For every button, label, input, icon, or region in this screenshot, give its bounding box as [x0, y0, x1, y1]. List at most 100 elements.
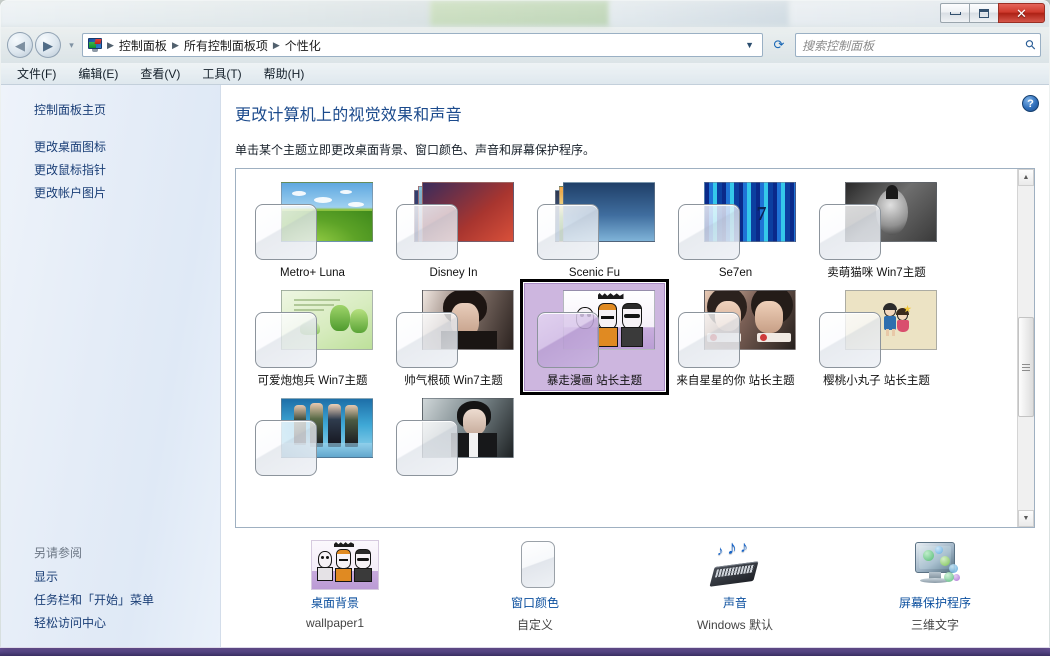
page-title: 更改计算机上的视觉效果和声音 — [235, 107, 462, 124]
desktop-background-icon — [307, 540, 379, 590]
back-button[interactable]: ◀ — [7, 32, 33, 58]
window-preview — [254, 420, 317, 476]
see-also-title: 另请参阅 — [34, 546, 83, 560]
menu-tools[interactable]: 工具(T) — [198, 64, 245, 83]
control-panel-window: ✕ ◀ ▶ ▾ ▶ 控制面板 ▶ 所有控制面板项 ▶ 个性化 ▼ ⟳ 搜索控制面… — [0, 0, 1050, 648]
close-button[interactable]: ✕ — [998, 3, 1045, 23]
minimize-icon — [949, 11, 961, 15]
address-bar: ◀ ▶ ▾ ▶ 控制面板 ▶ 所有控制面板项 ▶ 个性化 ▼ ⟳ 搜索控制面板 … — [1, 27, 1049, 63]
theme-label: 卖萌猫咪 Win7主题 — [827, 267, 926, 279]
sidebar-item-change-desktop-icons[interactable]: 更改桌面图标 — [1, 136, 220, 159]
sidebar-item-display[interactable]: 显示 — [1, 566, 220, 589]
sidebar-item-control-panel-home[interactable]: 控制面板主页 — [1, 99, 220, 122]
sidebar-item-taskbar-start-menu[interactable]: 任务栏和「开始」菜单 — [1, 589, 220, 612]
theme-label: 帅气根硕 Win7主题 — [404, 375, 503, 387]
setting-label[interactable]: 桌面背景 — [311, 594, 359, 611]
theme-item[interactable]: 可爱炮炮兵 Win7主题 — [242, 283, 383, 391]
help-icon[interactable]: ? — [1022, 95, 1039, 112]
menu-file[interactable]: 文件(F) — [13, 64, 60, 83]
close-icon: ✕ — [1016, 5, 1027, 21]
search-placeholder: 搜索控制面板 — [802, 38, 875, 53]
window-color-icon — [507, 540, 563, 590]
title-bar: ✕ — [1, 1, 1049, 27]
scroll-up-button[interactable]: ▲ — [1018, 169, 1034, 186]
scrollbar-grip-icon — [1022, 363, 1030, 371]
navigation-pane: 控制面板主页 更改桌面图标 更改鼠标指针 更改帐户图片 另请参阅 显示 任务栏和… — [1, 85, 221, 647]
theme-thumbnail — [392, 180, 516, 262]
setting-label[interactable]: 屏幕保护程序 — [899, 594, 971, 611]
refresh-button[interactable]: ⟳ — [767, 33, 791, 57]
theme-thumbnail: 7 — [674, 180, 798, 262]
chevron-down-icon[interactable]: ▼ — [739, 40, 760, 50]
theme-item[interactable]: Disney In — [383, 175, 524, 283]
sound-icon: ♪ ♪ ♪ — [707, 538, 763, 590]
search-input[interactable]: 搜索控制面板 ⚲ — [795, 33, 1041, 57]
breadcrumb[interactable]: ▶ 控制面板 ▶ 所有控制面板项 ▶ 个性化 ▼ — [82, 33, 763, 57]
sidebar-item-change-mouse-pointers[interactable]: 更改鼠标指针 — [1, 159, 220, 182]
theme-label: 可爱炮炮兵 Win7主题 — [257, 375, 368, 387]
theme-thumbnail — [533, 180, 657, 262]
breadcrumb-separator: ▶ — [272, 39, 280, 50]
recent-locations-button[interactable]: ▾ — [65, 40, 78, 51]
menu-edit[interactable]: 编辑(E) — [74, 64, 122, 83]
theme-item[interactable] — [242, 391, 383, 485]
theme-item[interactable]: 卖萌猫咪 Win7主题 — [806, 175, 947, 283]
setting-screen-saver[interactable]: 屏幕保护程序 三维文字 — [835, 540, 1035, 647]
theme-thumbnail — [815, 288, 939, 370]
setting-label[interactable]: 声音 — [723, 594, 747, 611]
window-preview — [254, 204, 317, 260]
theme-thumbnail — [251, 288, 375, 370]
window-preview — [677, 204, 740, 260]
window-body: 控制面板主页 更改桌面图标 更改鼠标指针 更改帐户图片 另请参阅 显示 任务栏和… — [1, 85, 1049, 647]
window-preview — [818, 204, 881, 260]
screensaver-icon — [907, 540, 963, 590]
setting-label[interactable]: 窗口颜色 — [511, 594, 559, 611]
content-pane: ? 更改计算机上的视觉效果和声音 单击某个主题立即更改桌面背景、窗口颜色、声音和… — [221, 85, 1049, 647]
window-preview — [395, 204, 458, 260]
theme-thumbnail — [392, 288, 516, 370]
theme-label: 樱桃小丸子 站长主题 — [823, 375, 930, 387]
theme-item-selected[interactable]: 暴走漫画 站长主题 — [520, 279, 669, 395]
window-preview — [818, 312, 881, 368]
menu-bar: 文件(F) 编辑(E) 查看(V) 工具(T) 帮助(H) — [1, 63, 1049, 85]
scrollbar-thumb[interactable] — [1018, 317, 1034, 417]
refresh-icon: ⟳ — [773, 37, 785, 52]
setting-sounds[interactable]: ♪ ♪ ♪ 声音 Windows 默认 — [635, 538, 835, 647]
breadcrumb-separator: ▶ — [171, 39, 179, 50]
window-preview — [536, 312, 599, 368]
theme-item[interactable]: 7 Se7en — [665, 175, 806, 283]
scroll-down-button[interactable]: ▼ — [1018, 510, 1034, 527]
menu-help[interactable]: 帮助(H) — [260, 64, 309, 83]
sidebar-item-change-account-picture[interactable]: 更改帐户图片 — [1, 182, 220, 205]
breadcrumb-item-2[interactable]: 个性化 — [282, 35, 324, 56]
setting-value: Windows 默认 — [696, 618, 773, 632]
theme-settings-strip: 桌面背景 wallpaper1 窗口颜色 自定义 ♪ ♪ ♪ 声音 Window… — [235, 528, 1035, 647]
theme-thumbnail — [533, 288, 657, 370]
control-panel-icon — [87, 37, 103, 53]
breadcrumb-item-0[interactable]: 控制面板 — [116, 35, 170, 56]
setting-desktop-background[interactable]: 桌面背景 wallpaper1 — [235, 540, 435, 647]
theme-item[interactable]: 樱桃小丸子 站长主题 — [806, 283, 947, 391]
theme-item[interactable]: 帅气根硕 Win7主题 — [383, 283, 524, 391]
theme-item[interactable]: 来自星星的你 站长主题 — [665, 283, 806, 391]
theme-gallery[interactable]: Metro+ Luna Disney In Scenic Fu 7 Se7en … — [235, 168, 1035, 528]
see-also-section: 另请参阅 显示 任务栏和「开始」菜单 轻松访问中心 — [1, 541, 220, 647]
breadcrumb-item-1[interactable]: 所有控制面板项 — [181, 35, 271, 56]
theme-item[interactable]: Metro+ Luna — [242, 175, 383, 283]
setting-window-color[interactable]: 窗口颜色 自定义 — [435, 540, 635, 647]
sidebar-item-ease-of-access-center[interactable]: 轻松访问中心 — [1, 612, 220, 635]
maximize-icon — [979, 8, 989, 18]
gallery-scrollbar[interactable]: ▲ ▼ — [1017, 169, 1034, 527]
maximize-button[interactable] — [969, 3, 998, 23]
setting-value: wallpaper1 — [305, 616, 365, 630]
theme-label: Metro+ Luna — [280, 267, 345, 279]
theme-thumbnail — [251, 180, 375, 262]
theme-item[interactable] — [383, 391, 524, 485]
menu-view[interactable]: 查看(V) — [136, 64, 184, 83]
theme-label: Scenic Fu — [568, 267, 621, 279]
theme-thumbnail — [251, 396, 375, 478]
theme-item[interactable]: Scenic Fu — [524, 175, 665, 283]
minimize-button[interactable] — [940, 3, 969, 23]
forward-button[interactable]: ▶ — [35, 32, 61, 58]
